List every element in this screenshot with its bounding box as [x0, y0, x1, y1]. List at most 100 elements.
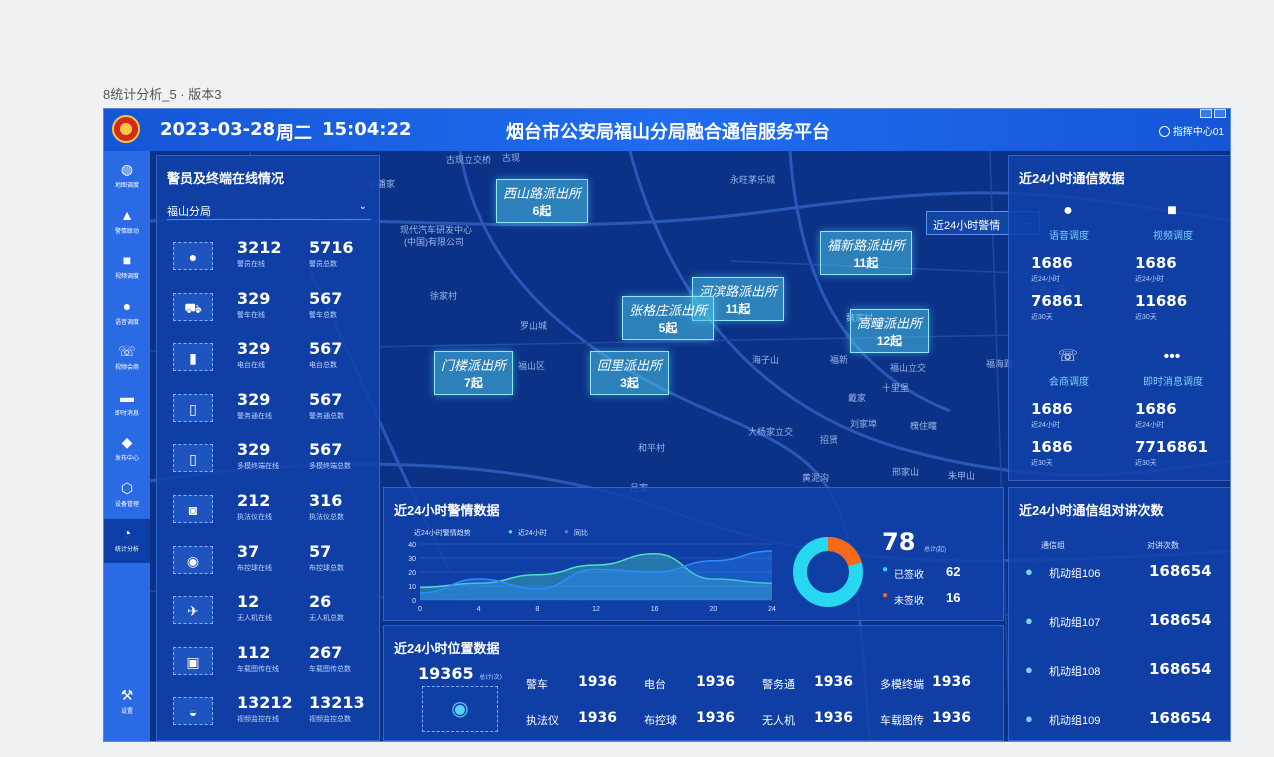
talk-group-count: 168654: [1149, 611, 1212, 629]
location-item-label: 车载图传: [880, 715, 924, 727]
total-value: 567: [309, 288, 343, 308]
x-tick-label: 20: [709, 606, 717, 613]
nav-item-7[interactable]: ⬡ 设备管理: [104, 474, 150, 518]
legend-series1-dot: ●: [508, 527, 513, 536]
location-item: 电台 1936: [644, 674, 760, 692]
terminal-stat-row: ◒ 13212 视频监控在线 13213 视频监控总数: [169, 693, 375, 739]
location-total-value: 19365: [418, 664, 474, 683]
minimize-button[interactable]: [1200, 109, 1212, 118]
talk-group-row[interactable]: ● 机动组107 168654: [1019, 609, 1229, 639]
talk-group-row[interactable]: ● 机动组108 168654: [1019, 658, 1229, 688]
total-label: 视频监控总数: [309, 716, 351, 724]
legend-series2-dot: ●: [564, 527, 569, 536]
nav-item-2[interactable]: ■ 视频调度: [104, 246, 150, 290]
location-item: 多模终端 1936: [880, 674, 996, 692]
location-item-label: 执法仪: [526, 715, 559, 727]
total-value: 13213: [309, 693, 365, 713]
station-count: 12起: [876, 334, 903, 348]
talk-group-panel: 近24小时通信组对讲次数 通信组 对讲次数 ● 机动组106 168654 ● 机动组1…: [1008, 487, 1230, 741]
map-place-label: 黄泥沟: [802, 473, 830, 483]
police-station-marker[interactable]: 张格庄派出所 5起: [622, 296, 715, 340]
police-station-marker[interactable]: 回里派出所 3起: [590, 351, 670, 395]
talk-group-row[interactable]: ● 机动组109 168654: [1019, 707, 1229, 737]
nav-item-label: 发布中心: [114, 456, 139, 462]
page-caption: 8统计分析_5 · 版本3: [103, 87, 222, 102]
police-station-marker[interactable]: 高疃派出所 12起: [850, 309, 930, 353]
station-name: 西山路派出所: [503, 186, 582, 201]
comm-block[interactable]: ☏ 会商调度 1686 近24小时 1686 近30天: [1019, 346, 1119, 482]
map-place-label: 永旺茅乐城: [730, 175, 776, 185]
video-icon: ■: [1167, 202, 1177, 219]
terminal-stat-row: ◙ 212 执法仪在线 316 执法仪总数: [169, 491, 375, 537]
nav-item-8[interactable]: ◔ 统计分析: [104, 519, 150, 563]
online-label: 警车在线: [237, 311, 265, 319]
online-label: 电台在线: [237, 362, 265, 370]
terminal-stat-row: ▣ 112 车载图传在线 267 车载图传总数: [169, 643, 375, 689]
talk-group-name: 机动组107: [1049, 617, 1101, 629]
vehicle-camera-icon: ▣: [173, 646, 213, 675]
nav-item-3[interactable]: ● 语音调度: [104, 292, 150, 336]
nav-item-0[interactable]: ◍ 地图调度: [104, 155, 150, 199]
total-value: 5716: [309, 238, 354, 257]
group-icon: ●: [1025, 662, 1033, 677]
total-label: 警车总数: [309, 311, 337, 319]
video-icon: ■: [122, 252, 132, 268]
unsigned-label: 未签收: [894, 596, 924, 607]
total-value: 57: [309, 541, 332, 561]
online-label: 多模终端在线: [237, 463, 279, 471]
location-item: 车载图传 1936: [880, 710, 996, 728]
police-station-marker[interactable]: 门楼派出所 7起: [434, 351, 514, 395]
police-station-marker[interactable]: 福新路派出所 11起: [820, 231, 913, 275]
location-item-value: 1936: [578, 710, 617, 726]
body-camera-icon: ◙: [173, 495, 213, 523]
online-value: 329: [237, 440, 271, 460]
total-value: 567: [309, 389, 343, 409]
online-value: 13212: [237, 693, 293, 713]
comm-block-label: 视频调度: [1153, 231, 1193, 242]
comm-30d-value: 1686: [1031, 438, 1073, 456]
police-station-marker[interactable]: 西山路派出所 6起: [496, 179, 589, 223]
police-car-icon: ⛟: [173, 292, 213, 321]
location-item-value: 1936: [932, 710, 971, 726]
talk-group-name: 机动组108: [1049, 666, 1101, 678]
unsigned-value: 16: [946, 590, 961, 605]
alert-range-value: 近24小时警情: [933, 220, 1001, 232]
nav-item-label: 设置: [120, 709, 133, 715]
comm-block[interactable]: ● 语音调度 1686 近24小时 76861 近30天: [1019, 200, 1119, 336]
location-item-value: 1936: [814, 674, 853, 690]
online-value: 329: [237, 339, 271, 359]
talk-group-name: 机动组109: [1049, 715, 1101, 727]
map-place-label: 邢家山: [892, 467, 920, 477]
comm-30d-label: 近30天: [1031, 314, 1053, 321]
nav-item-1[interactable]: ▲ 警情联动: [104, 201, 150, 245]
comm-block[interactable]: ■ 视频调度 1686 近24小时 11686 近30天: [1123, 200, 1223, 336]
close-button[interactable]: [1214, 109, 1226, 118]
talk-group-title: 近24小时通信组对讲次数: [1019, 503, 1164, 518]
user-name: 指挥中心01: [1172, 127, 1224, 138]
terminal-stat-row: ▯ 329 多模终端在线 567 多模终端总数: [169, 440, 375, 486]
comm-block[interactable]: ••• 即时消息调度 1686 近24小时 7716861 近30天: [1123, 346, 1223, 482]
nav-item-5[interactable]: ▬ 即时消息: [104, 383, 150, 427]
online-label: 执法仪在线: [237, 514, 272, 521]
officer-terminal-panel: 警员及终端在线情况 福山分局 ⌄ ● 3212 警员在线 5716 警员总数 ⛟ 329 警车在…: [156, 155, 380, 741]
comm-24h-value: 1686: [1135, 254, 1177, 272]
signed-value: 62: [946, 564, 961, 579]
talk-group-row[interactable]: ● 机动组106 168654: [1019, 560, 1229, 590]
group-icon: ●: [1025, 564, 1033, 579]
online-value: 37: [237, 541, 260, 561]
map-place-label: 戴家: [848, 393, 867, 403]
dome-camera-icon: ◉: [173, 545, 213, 574]
x-tick-label: 4: [477, 606, 481, 613]
location-item: 警车 1936: [526, 674, 642, 692]
total-value: 316: [309, 491, 343, 510]
user-menu[interactable]: 指挥中心01: [1158, 123, 1224, 138]
comm-30d-value: 11686: [1135, 292, 1188, 310]
station-count: 5起: [658, 321, 678, 335]
comm-24h-label: 近24小时: [1135, 276, 1164, 283]
branch-select[interactable]: 福山分局 ⌄: [167, 198, 371, 220]
nav-item-6[interactable]: ◆ 发布中心: [104, 428, 150, 472]
nav-item-settings[interactable]: ⚒ 设置: [104, 681, 150, 725]
map-place-label: 福山立交: [890, 363, 927, 373]
nav-item-label: 警情联动: [114, 228, 139, 235]
nav-item-4[interactable]: ☏ 视频会商: [104, 337, 150, 381]
